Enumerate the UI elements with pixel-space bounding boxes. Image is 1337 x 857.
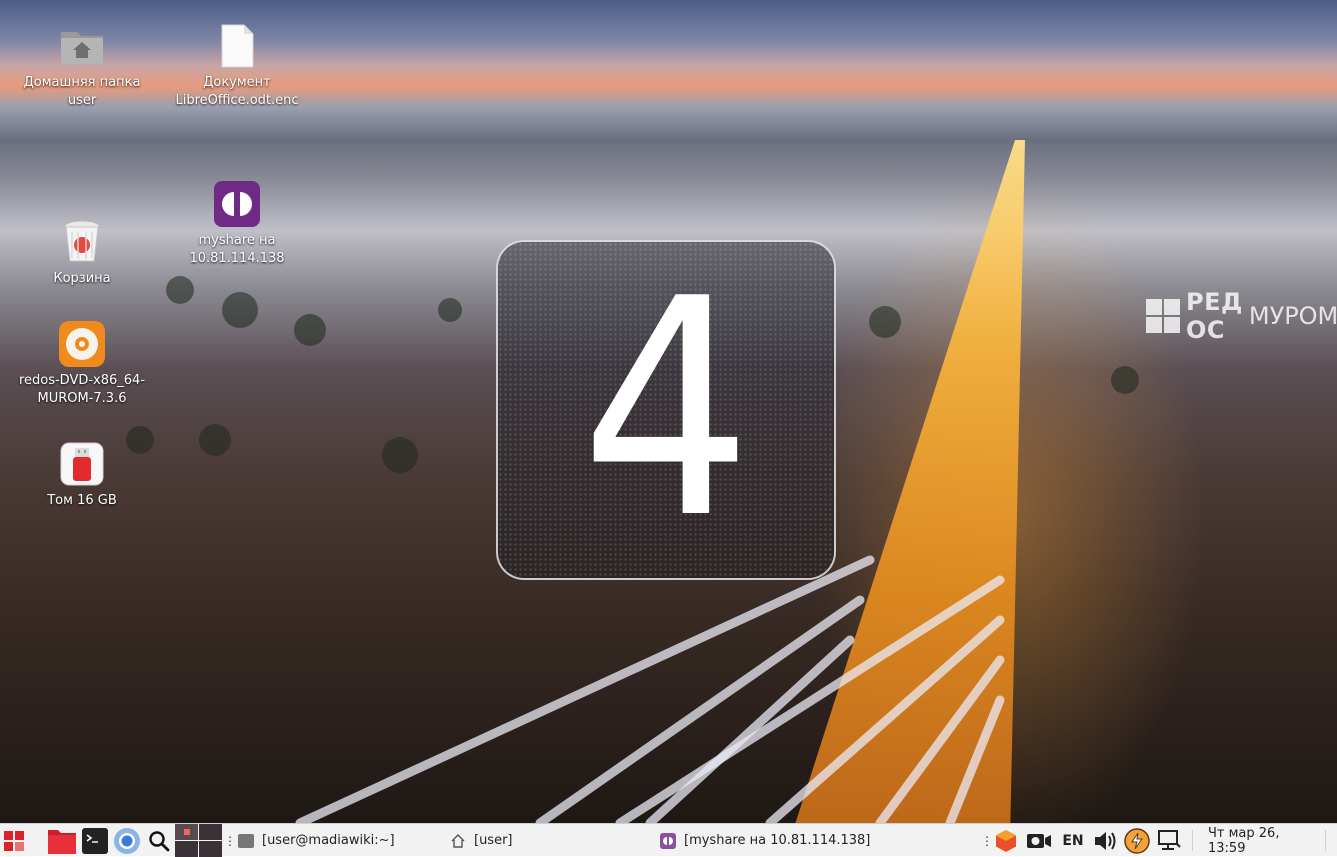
terminal-icon — [82, 827, 108, 854]
desktop-icon-dvd[interactable]: redos-DVD-x86_64-MUROM-7.3.6 — [17, 320, 147, 408]
desktop-icon-home-folder[interactable]: Домашняя папка user — [17, 22, 147, 110]
volume-button[interactable] — [1092, 824, 1118, 857]
usb-drive-icon — [58, 440, 106, 488]
home-folder-label: Домашняя папка user — [23, 75, 141, 108]
workspace-pager[interactable] — [175, 824, 223, 857]
volume-icon — [1095, 831, 1116, 850]
taskbar: ⋮ [user@madiawiki:~] [user] [myshare на … — [0, 823, 1337, 857]
usb-label: Том 16 GB — [47, 493, 117, 508]
workspace-number: 4 — [580, 235, 752, 584]
task-terminal[interactable]: [user@madiawiki:~] — [232, 824, 448, 857]
task-network-share-label: [myshare на 10.81.114.138] — [684, 833, 871, 848]
browser-launcher[interactable] — [112, 824, 142, 857]
camera-button[interactable] — [1026, 824, 1052, 857]
tray-separator — [1192, 830, 1193, 851]
dvd-disc-icon — [58, 320, 106, 368]
terminal-icon — [238, 833, 254, 848]
desktop-icon-usb[interactable]: Том 16 GB — [17, 440, 147, 510]
task-network-share[interactable]: [myshare на 10.81.114.138] — [654, 824, 980, 857]
desktop-icon-network-share[interactable]: myshare на 10.81.114.138 — [172, 180, 302, 268]
power-manager-icon — [1124, 827, 1150, 854]
network-share-icon — [660, 832, 676, 849]
document-icon — [213, 22, 261, 70]
updates-icon — [996, 829, 1016, 852]
camera-icon — [1027, 833, 1051, 848]
workspace-4[interactable] — [199, 841, 222, 857]
redos-menu-icon — [4, 830, 24, 851]
redos-brand-logo: РЕД ОС МУРОМ — [1146, 288, 1337, 344]
keyboard-layout[interactable]: EN — [1060, 824, 1086, 857]
brand-bold: РЕД ОС — [1186, 288, 1243, 344]
power-manager-button[interactable] — [1124, 824, 1150, 857]
task-home-folder[interactable]: [user] — [444, 824, 658, 857]
workspace-1[interactable] — [175, 824, 198, 840]
network-button[interactable] — [1156, 824, 1182, 857]
dvd-label: redos-DVD-x86_64-MUROM-7.3.6 — [18, 373, 146, 406]
network-share-label: myshare на 10.81.114.138 — [189, 233, 285, 266]
tray-handle[interactable]: ⋮ — [981, 824, 993, 857]
task-terminal-label: [user@madiawiki:~] — [262, 833, 395, 848]
home-folder-icon — [58, 22, 106, 70]
folder-icon — [48, 829, 76, 854]
workspace-3[interactable] — [175, 841, 198, 857]
workspace-switch-osd: 4 — [496, 240, 836, 580]
chromium-icon — [114, 827, 140, 854]
redos-logo-icon — [1146, 299, 1180, 333]
file-manager-launcher[interactable] — [46, 824, 78, 857]
trash-label: Корзина — [53, 271, 111, 286]
desktop-icon-trash[interactable]: Корзина — [17, 218, 147, 288]
task-home-label: [user] — [474, 833, 513, 848]
desktop-wallpaper: РЕД ОС МУРОМ Домашняя папка user Докумен… — [0, 0, 1337, 823]
app-menu-button[interactable] — [0, 824, 28, 857]
updates-button[interactable] — [993, 824, 1019, 857]
search-icon — [149, 830, 170, 851]
document-label: Документ LibreOffice.odt.enc — [175, 75, 299, 108]
network-icon — [1158, 829, 1181, 850]
home-icon — [451, 833, 465, 848]
brand-light: МУРОМ — [1248, 302, 1337, 330]
workspace-2[interactable] — [199, 824, 222, 840]
clock[interactable]: Чт мар 26, 13:59 — [1208, 824, 1318, 857]
network-share-icon — [213, 180, 261, 228]
desktop-icon-document[interactable]: Документ LibreOffice.odt.enc — [172, 22, 302, 110]
trash-icon — [58, 218, 106, 266]
search-launcher[interactable] — [145, 824, 173, 857]
end-separator — [1325, 830, 1326, 851]
terminal-launcher[interactable] — [80, 824, 110, 857]
